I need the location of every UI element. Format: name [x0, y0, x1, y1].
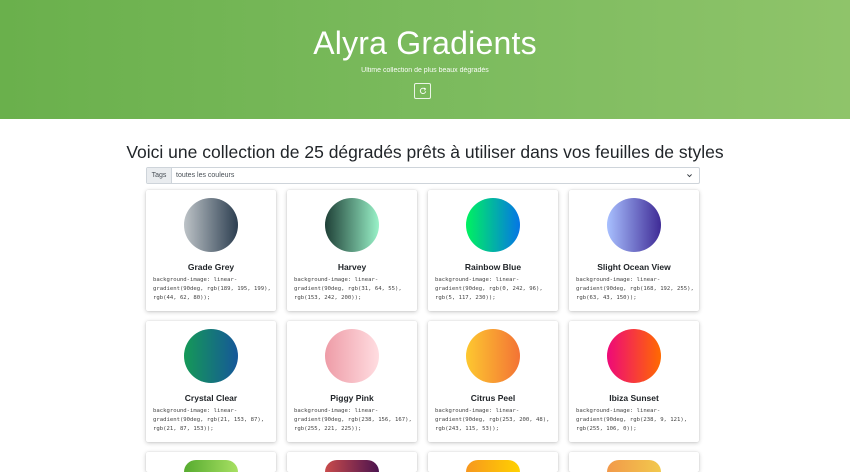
tag-filter-label: Tags — [147, 168, 172, 183]
gradient-card[interactable]: Grade Grey background-image: linear-gradi… — [146, 190, 276, 311]
gradient-css-code[interactable]: background-image: linear-gradient(90deg,… — [576, 407, 696, 434]
gradient-card[interactable]: Rainbow Blue background-image: linear-gra… — [428, 190, 558, 311]
gradient-name: Ibiza Sunset — [609, 393, 659, 403]
gradient-swatch — [184, 460, 238, 472]
gradient-css-code[interactable]: background-image: linear-gradient(90deg,… — [294, 407, 414, 434]
gradient-name: Citrus Peel — [470, 393, 516, 403]
gradient-name: Grade Grey — [187, 262, 235, 272]
hero-banner: Alyra Gradients Ultime collection de plu… — [0, 0, 850, 119]
gradient-swatch — [184, 329, 238, 383]
gradient-css-code[interactable]: background-image: linear-gradient(90deg,… — [576, 276, 696, 303]
reload-icon — [419, 87, 426, 95]
reload-button[interactable] — [414, 83, 431, 99]
gradient-name: Harvey — [337, 262, 367, 272]
gradient-card[interactable]: Crystal Clear background-image: linear-gr… — [146, 321, 276, 442]
gradient-swatch — [325, 460, 379, 472]
gradient-card[interactable]: Ibiza Sunset background-image: linear-gra… — [569, 321, 699, 442]
gradient-card[interactable] — [146, 452, 276, 472]
gradient-swatch — [184, 198, 238, 252]
site-subtitle: Ultime collection de plus beaux dégradés — [361, 67, 489, 74]
gradient-card[interactable] — [428, 452, 558, 472]
tag-select[interactable]: toutes les couleurs — [172, 168, 699, 183]
gradient-css-code[interactable]: background-image: linear-gradient(90deg,… — [153, 407, 273, 434]
gradient-card[interactable] — [569, 452, 699, 472]
gradient-swatch — [607, 329, 661, 383]
chevron-down-icon — [687, 174, 692, 178]
gradient-card[interactable]: Slight Ocean View background-image: linea… — [569, 190, 699, 311]
gradient-swatch — [607, 460, 661, 472]
section-title: Voici une collection de 25 dégradés prêt… — [126, 142, 724, 162]
tag-filter: Tags toutes les couleurs — [146, 167, 700, 184]
gradient-swatch — [466, 460, 520, 472]
gradient-css-code[interactable]: background-image: linear-gradient(90deg,… — [153, 276, 273, 303]
gradient-card[interactable]: Piggy Pink background-image: linear-gradi… — [287, 321, 417, 442]
gradient-name: Piggy Pink — [330, 393, 374, 403]
gradient-card[interactable] — [287, 452, 417, 472]
gradient-card[interactable]: Citrus Peel background-image: linear-grad… — [428, 321, 558, 442]
gradient-css-code[interactable]: background-image: linear-gradient(90deg,… — [435, 407, 555, 434]
tag-select-value: toutes les couleurs — [176, 172, 235, 179]
gradient-name: Rainbow Blue — [464, 262, 522, 272]
gradient-swatch — [325, 329, 379, 383]
gradient-swatch — [466, 198, 520, 252]
gradient-name: Slight Ocean View — [597, 262, 671, 272]
gradient-name: Crystal Clear — [184, 393, 238, 403]
gradient-swatch — [607, 198, 661, 252]
gradient-css-code[interactable]: background-image: linear-gradient(90deg,… — [435, 276, 555, 303]
gradient-swatch — [325, 198, 379, 252]
gradient-card[interactable]: Harvey background-image: linear-gradient(… — [287, 190, 417, 311]
site-title: Alyra Gradients — [313, 25, 537, 61]
gradient-css-code[interactable]: background-image: linear-gradient(90deg,… — [294, 276, 414, 303]
gradient-swatch — [466, 329, 520, 383]
